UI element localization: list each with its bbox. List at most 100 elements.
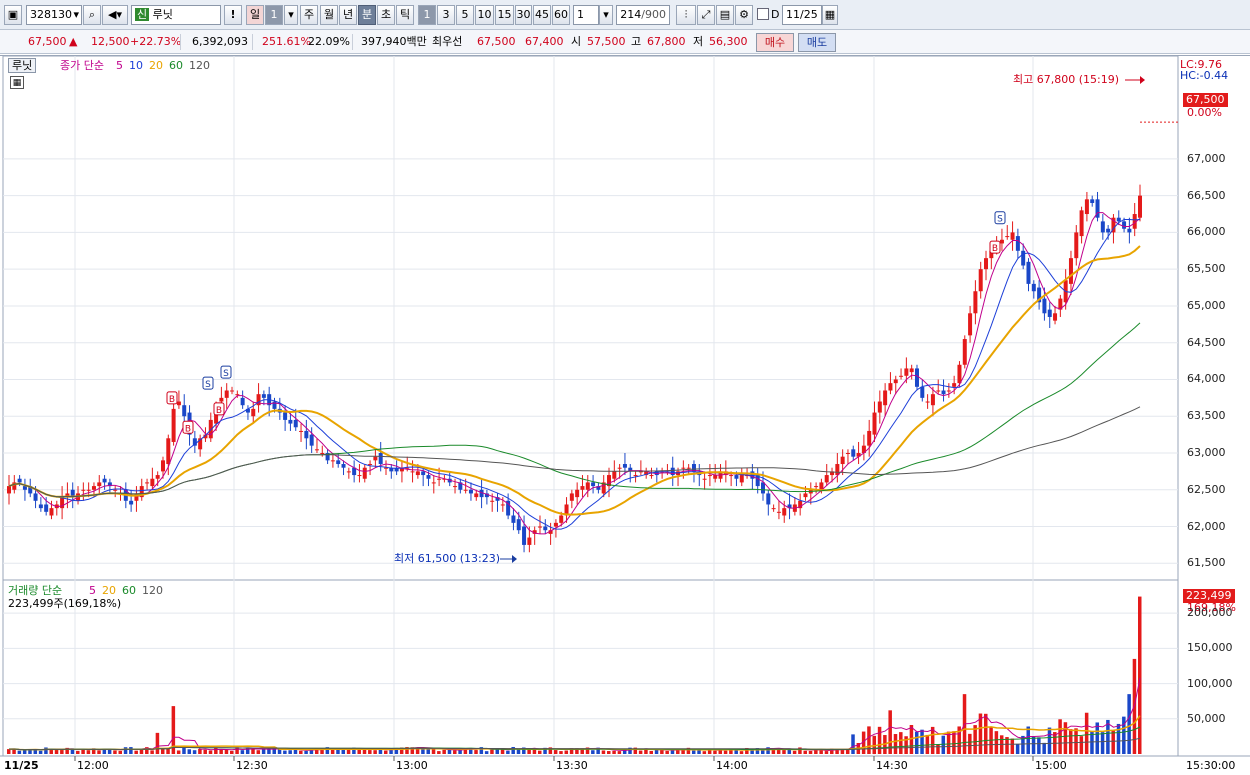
candle-body — [543, 526, 548, 531]
sell-button[interactable]: 매도 — [798, 33, 836, 52]
sound-icon[interactable]: ◀▾ — [102, 5, 128, 25]
candle-body — [914, 368, 919, 387]
period-button[interactable]: 분 — [358, 5, 376, 25]
interval-button[interactable]: 30 — [515, 5, 532, 25]
candle-type-icon[interactable]: ⫶ — [676, 5, 696, 25]
chevron-down-icon[interactable]: ▾ — [599, 5, 613, 25]
volume-bar — [442, 749, 446, 754]
signal-label: B — [992, 244, 998, 254]
interval-button[interactable]: 1 — [418, 5, 436, 25]
candle-body — [1116, 217, 1121, 222]
interval-button[interactable]: 5 — [456, 5, 474, 25]
buy-button[interactable]: 매수 — [756, 33, 794, 52]
price-y-tick: 64,500 — [1187, 335, 1226, 349]
candle-body — [1079, 210, 1084, 237]
candle-body — [1042, 298, 1047, 314]
candle-body — [81, 489, 86, 491]
period-button[interactable]: 월 — [320, 5, 338, 25]
crosshair-icon[interactable]: ⤢ — [697, 5, 715, 25]
volume-bar — [612, 750, 616, 754]
volume-bar — [60, 749, 64, 754]
candle-body — [97, 482, 102, 487]
price-ma-line — [8, 219, 1141, 530]
volume-bar — [368, 750, 372, 754]
interval-button[interactable]: 60 — [552, 5, 570, 25]
candle-body — [261, 394, 266, 398]
chart-name-tag[interactable]: 루닛 — [8, 58, 37, 73]
period-button[interactable]: 초 — [377, 5, 395, 25]
volume-last-value: 223,499주(169,18%) — [8, 597, 122, 610]
price-y-tick: 66,500 — [1187, 188, 1226, 202]
day-count-value[interactable]: 1 — [265, 5, 283, 25]
volume-bar — [739, 751, 744, 754]
candle-body — [1106, 228, 1111, 233]
volume-bar — [601, 750, 606, 754]
interval-button[interactable]: 15 — [495, 5, 514, 25]
volume-bar — [129, 747, 133, 754]
settings-icon[interactable]: ⚙ — [735, 5, 753, 25]
x-axis-date: 11/25 — [4, 759, 39, 772]
period-button[interactable]: 틱 — [396, 5, 414, 25]
chevron-down-icon[interactable]: ▾ — [284, 5, 298, 25]
divider — [180, 34, 181, 50]
candle-body — [771, 508, 776, 510]
candle-body — [522, 526, 527, 545]
volume-bar — [113, 750, 117, 754]
price-y-tick: 66,000 — [1187, 225, 1226, 239]
volume-bar — [1074, 728, 1078, 754]
calendar-icon[interactable]: ▦ — [822, 5, 838, 25]
stock-code-input[interactable]: 328130 ▾ — [26, 5, 82, 25]
chart-canvas[interactable]: B B S B S B S — [0, 56, 1250, 775]
volume-bar — [299, 750, 303, 754]
period-day-button[interactable]: 일 — [246, 5, 264, 25]
candle-body — [113, 489, 118, 491]
volume-bar — [240, 750, 245, 754]
period-button[interactable]: 년 — [339, 5, 357, 25]
search-icon[interactable]: ⌕ — [83, 5, 101, 25]
chevron-down-icon[interactable]: ▾ — [73, 6, 79, 24]
candle-body — [851, 449, 856, 457]
volume-bar — [17, 750, 22, 754]
candle-body — [299, 430, 304, 432]
stock-name-box[interactable]: 신 루닛 — [131, 5, 221, 25]
volume-bar — [936, 744, 940, 754]
volume-bar — [654, 750, 659, 754]
window-icon[interactable]: ▣ — [4, 5, 22, 25]
interval-button[interactable]: 45 — [533, 5, 551, 25]
candle-body — [500, 504, 505, 506]
volume-bar — [649, 750, 653, 754]
last-price-badge: 67,500 — [1183, 93, 1228, 107]
interval-input[interactable]: 1 — [573, 5, 599, 25]
candle-body — [1031, 283, 1036, 292]
best-ask: 67,500 — [477, 35, 516, 48]
chart-area[interactable]: BBSBSBS 루닛 종가 단순 5 10 20 60 120 ▦ LC:9.76 HC… — [0, 55, 1250, 775]
d-checkbox[interactable] — [757, 8, 769, 20]
low-price: 56,300 — [709, 35, 748, 48]
period-button[interactable]: 주 — [300, 5, 318, 25]
table-icon[interactable]: ▦ — [10, 76, 24, 89]
candle-body — [309, 434, 314, 446]
volume-bar — [1100, 732, 1105, 754]
volume-bar — [1138, 596, 1142, 754]
ma-legend-item: 120 — [189, 59, 210, 72]
volume-bar — [899, 732, 903, 754]
alert-button[interactable]: ! — [224, 5, 242, 25]
save-icon[interactable]: ▤ — [716, 5, 734, 25]
candle-body — [553, 522, 558, 527]
candle-body — [952, 383, 957, 387]
count-field[interactable]: 214/900 — [616, 5, 670, 25]
date-input[interactable]: 11/25 — [782, 5, 822, 25]
candle-body — [872, 412, 877, 435]
candle-body — [824, 475, 829, 483]
candle-body — [410, 471, 415, 473]
candle-body — [904, 368, 909, 376]
signal-label: S — [223, 369, 229, 379]
interval-button[interactable]: 3 — [437, 5, 455, 25]
candle-body — [899, 375, 904, 377]
volume-bar — [256, 750, 261, 754]
candle-body — [511, 515, 516, 523]
interval-button[interactable]: 10 — [475, 5, 494, 25]
volume-bar — [1068, 729, 1073, 754]
volume-bar — [691, 750, 696, 754]
volume-bar — [1010, 738, 1015, 754]
